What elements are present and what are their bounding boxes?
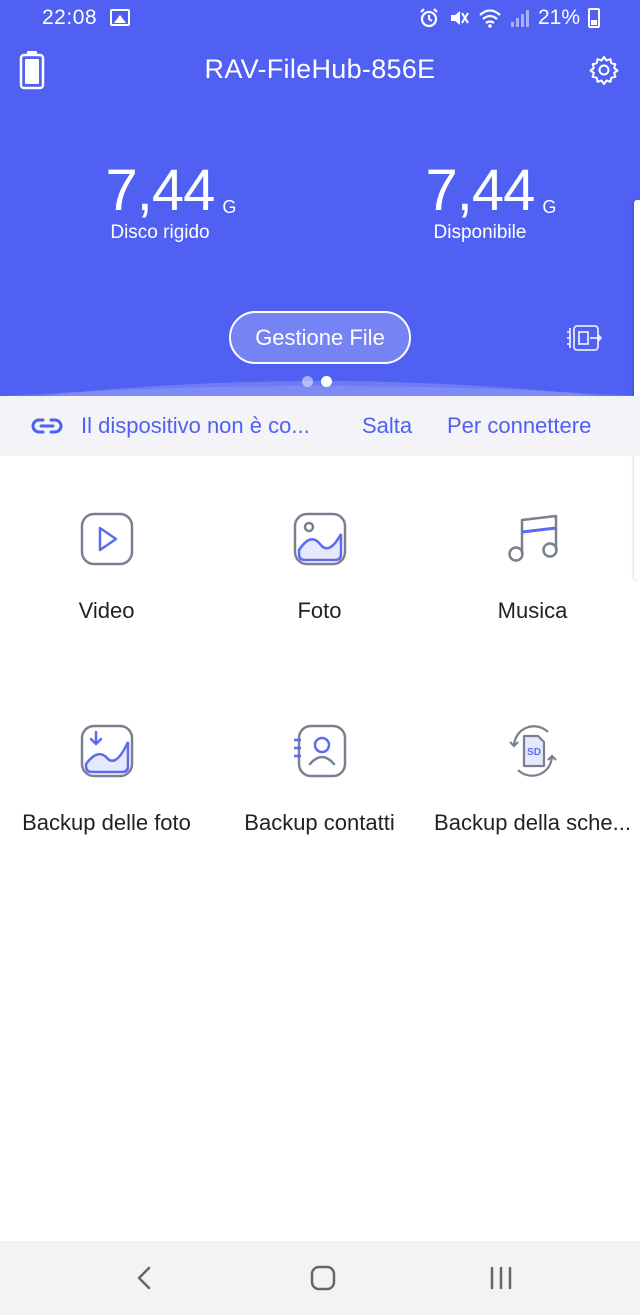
disk-total-unit: G — [222, 197, 237, 217]
connect-button[interactable]: Per connettere — [447, 413, 591, 439]
grid-label-sd-backup: Backup della sche... — [434, 810, 631, 835]
disk-available-label: Disponibile — [433, 222, 527, 243]
header-panel: 22:08 21% RAV-FileHub-856E 7,44 G Disco … — [0, 0, 640, 396]
connection-bar: Il dispositivo non è co... Salta Per con… — [0, 396, 640, 456]
wifi-icon — [479, 9, 501, 28]
grid-label-photo-backup: Backup delle foto — [22, 810, 191, 835]
grid-item-video[interactable]: Video — [0, 510, 213, 624]
grid-label-video: Video — [78, 598, 135, 623]
card-reader-icon[interactable] — [566, 323, 604, 353]
system-nav-bar — [0, 1241, 640, 1315]
page-indicator — [302, 376, 332, 387]
recent-apps-icon[interactable] — [486, 1263, 516, 1293]
file-manager-button[interactable]: Gestione File — [229, 311, 411, 364]
music-note-icon — [507, 514, 558, 562]
disk-total-stat: 7,44 G Disco rigido — [50, 158, 270, 244]
alarm-icon — [420, 8, 438, 28]
status-icons: 21% — [418, 6, 600, 30]
photo-icon — [293, 512, 346, 566]
page-dot-2[interactable] — [321, 376, 332, 387]
sd-card-logo: SD — [527, 747, 541, 758]
status-bar: 22:08 21% — [0, 0, 640, 40]
disk-available-unit: G — [542, 197, 557, 217]
header-top-row: RAV-FileHub-856E — [0, 46, 640, 94]
battery-status-icon — [588, 8, 600, 28]
connection-status-text: Il dispositivo non è co... — [81, 413, 310, 438]
status-time: 22:08 — [42, 6, 98, 29]
device-name-title: RAV-FileHub-856E — [204, 54, 436, 84]
disk-available-value: 7,44 — [425, 158, 536, 223]
photo-backup-icon — [80, 724, 133, 778]
grid-item-music[interactable]: Musica — [426, 510, 639, 624]
grid-item-sd-backup[interactable]: SD Backup della sche... — [426, 722, 639, 836]
mute-icon — [450, 11, 469, 25]
signal-icon — [510, 10, 529, 27]
skip-button[interactable]: Salta — [362, 413, 412, 439]
link-icon — [31, 418, 63, 434]
video-play-icon — [80, 512, 133, 566]
gallery-notification-icon — [110, 9, 130, 26]
page-dot-1[interactable] — [302, 376, 313, 387]
disk-total-value: 7,44 — [105, 158, 216, 223]
grid-label-music: Musica — [497, 598, 568, 623]
home-icon[interactable] — [308, 1263, 338, 1293]
grid-label-photo: Foto — [297, 598, 342, 623]
grid-label-contacts-backup: Backup contatti — [244, 810, 395, 835]
grid-item-photo-backup[interactable]: Backup delle foto — [0, 722, 213, 836]
back-icon[interactable] — [130, 1263, 160, 1293]
disk-total-label: Disco rigido — [110, 222, 210, 243]
contacts-backup-icon — [293, 724, 346, 778]
battery-percent: 21% — [537, 6, 580, 29]
disk-available-stat: 7,44 G Disponibile — [370, 158, 590, 244]
sd-card-backup-icon: SD — [508, 725, 557, 777]
settings-gear-icon[interactable] — [588, 54, 620, 86]
grid-item-photo[interactable]: Foto — [213, 510, 426, 624]
grid-item-contacts-backup[interactable]: Backup contatti — [213, 722, 426, 836]
